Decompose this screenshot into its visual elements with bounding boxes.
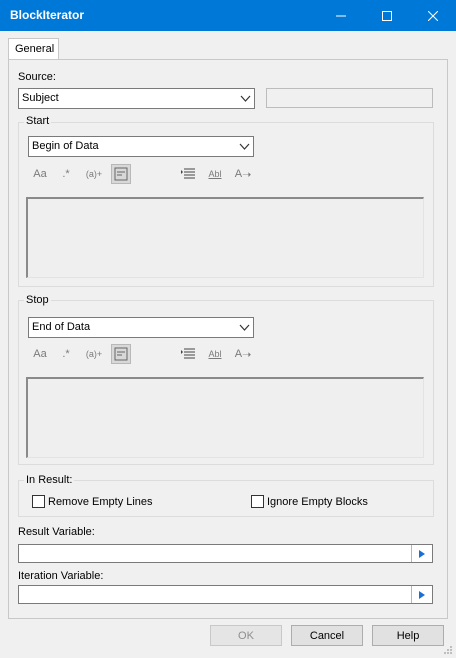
match-case-icon[interactable]: Aa bbox=[30, 164, 50, 184]
checkbox-box[interactable] bbox=[251, 495, 264, 508]
remove-empty-lines-checkbox[interactable]: Remove Empty Lines bbox=[32, 495, 153, 508]
resize-grip-icon[interactable] bbox=[443, 645, 453, 655]
result-variable-label: Result Variable: bbox=[18, 526, 95, 538]
source-side-field bbox=[266, 88, 433, 108]
ok-button[interactable]: OK bbox=[210, 625, 282, 646]
wildcard-icon[interactable] bbox=[111, 164, 131, 184]
regex-icon[interactable]: .* bbox=[56, 164, 76, 184]
checkbox-box[interactable] bbox=[32, 495, 45, 508]
start-combo-value: Begin of Data bbox=[32, 140, 99, 152]
title-bar: BlockIterator bbox=[0, 0, 456, 31]
close-button[interactable] bbox=[410, 0, 456, 31]
ignore-empty-blocks-label: Ignore Empty Blocks bbox=[267, 495, 368, 508]
chevron-down-icon bbox=[240, 95, 251, 102]
whole-word-icon[interactable]: Abl bbox=[205, 164, 225, 184]
stop-group-title: Stop bbox=[24, 294, 51, 306]
source-label: Source: bbox=[18, 71, 56, 83]
stop-combo-value: End of Data bbox=[32, 321, 91, 333]
result-variable-field[interactable] bbox=[18, 544, 433, 563]
replace-icon[interactable]: A ➝ bbox=[233, 164, 253, 184]
list-icon[interactable] bbox=[178, 344, 198, 364]
stop-combo[interactable]: End of Data bbox=[28, 317, 254, 338]
start-group-title: Start bbox=[24, 115, 52, 127]
window-title: BlockIterator bbox=[10, 8, 85, 22]
play-arrow-icon bbox=[419, 549, 425, 558]
iteration-variable-picker-button[interactable] bbox=[411, 586, 432, 603]
remove-empty-lines-label: Remove Empty Lines bbox=[48, 495, 153, 508]
cancel-button[interactable]: Cancel bbox=[291, 625, 363, 646]
start-combo[interactable]: Begin of Data bbox=[28, 136, 254, 157]
ignore-empty-blocks-checkbox[interactable]: Ignore Empty Blocks bbox=[251, 495, 368, 508]
chevron-down-icon bbox=[239, 143, 250, 150]
source-combo[interactable]: Subject bbox=[18, 88, 255, 109]
wildcard-icon[interactable] bbox=[111, 344, 131, 364]
minimize-icon bbox=[336, 15, 346, 16]
replace-icon[interactable]: A ➝ bbox=[233, 344, 253, 364]
chevron-down-icon bbox=[239, 324, 250, 331]
result-variable-picker-button[interactable] bbox=[411, 545, 432, 562]
minimize-button[interactable] bbox=[318, 0, 364, 31]
tab-general-label: General bbox=[15, 43, 55, 55]
iteration-variable-label: Iteration Variable: bbox=[18, 570, 104, 582]
source-combo-value: Subject bbox=[22, 92, 59, 104]
stop-toolbar: Aa .* (a)+ Abl A ➝ bbox=[28, 344, 258, 364]
tab-general[interactable]: General bbox=[8, 38, 59, 60]
group-icon[interactable]: (a)+ bbox=[84, 344, 104, 364]
maximize-icon bbox=[382, 10, 392, 21]
in-result-group-title: In Result: bbox=[24, 474, 75, 486]
maximize-button[interactable] bbox=[364, 0, 410, 31]
start-toolbar: Aa .* (a)+ Abl A ➝ bbox=[28, 164, 258, 184]
stop-pattern-editor[interactable] bbox=[26, 377, 424, 458]
play-arrow-icon bbox=[419, 590, 425, 599]
regex-icon[interactable]: .* bbox=[56, 344, 76, 364]
close-icon bbox=[428, 10, 438, 21]
match-case-icon[interactable]: Aa bbox=[30, 344, 50, 364]
help-button[interactable]: Help bbox=[372, 625, 444, 646]
list-icon[interactable] bbox=[178, 164, 198, 184]
iteration-variable-field[interactable] bbox=[18, 585, 433, 604]
whole-word-icon[interactable]: Abl bbox=[205, 344, 225, 364]
start-pattern-editor[interactable] bbox=[26, 197, 424, 278]
group-icon[interactable]: (a)+ bbox=[84, 164, 104, 184]
